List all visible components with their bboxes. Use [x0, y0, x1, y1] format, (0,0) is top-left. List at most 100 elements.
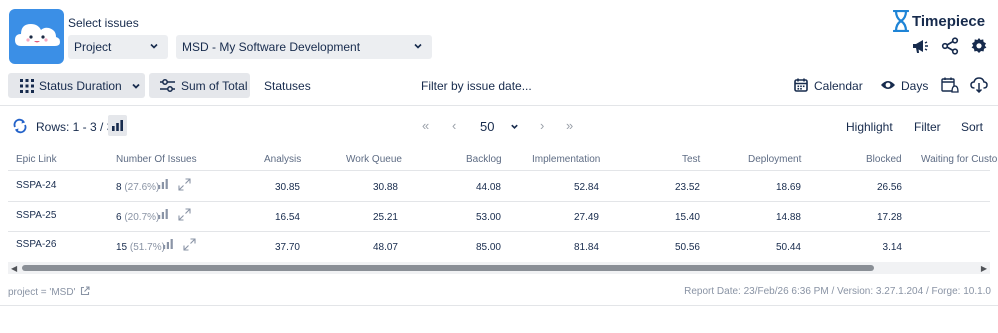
epic-link-cell[interactable]: SSPA-26 — [16, 239, 56, 250]
issue-count-cell: 8 (27.6%) — [116, 182, 159, 193]
issue-count-cell: 6 (20.7%) — [116, 212, 159, 223]
page-size-select[interactable]: 50 — [480, 119, 519, 134]
grid-icon — [20, 78, 34, 93]
column-header-work-queue[interactable]: Work Queue — [346, 154, 402, 165]
sum-of-total-button[interactable]: Sum of Total — [149, 73, 250, 98]
calendar-icon[interactable] — [794, 78, 808, 92]
column-header-deployment[interactable]: Deployment — [748, 154, 801, 165]
implementation-cell: 27.49 — [573, 212, 599, 223]
project-dropdown[interactable]: MSD - My Software Development — [176, 35, 432, 59]
bar-chart-icon[interactable] — [158, 209, 168, 219]
work-queue-cell: 25.21 — [372, 212, 398, 223]
scroll-left-icon[interactable]: ◀ — [11, 264, 17, 273]
column-header-implementation[interactable]: Implementation — [532, 154, 600, 165]
column-header-number-of-issues[interactable]: Number Of Issues — [116, 154, 197, 165]
test-cell: 15.40 — [674, 212, 700, 223]
select-issues-label: Select issues — [68, 16, 139, 30]
column-header-test[interactable]: Test — [682, 154, 700, 165]
issue-count: 8 — [116, 182, 122, 193]
sort-button[interactable]: Sort — [961, 120, 983, 134]
calendar-bell-icon[interactable] — [941, 77, 959, 93]
days-button[interactable]: Days — [901, 79, 928, 93]
megaphone-icon[interactable] — [911, 37, 929, 55]
sum-of-total-label: Sum of Total — [181, 78, 248, 93]
page-size-value: 50 — [480, 119, 495, 134]
expand-icon[interactable] — [178, 178, 191, 191]
jql-query-text: project = 'MSD' — [8, 287, 76, 298]
epic-link-cell[interactable]: SSPA-25 — [16, 210, 56, 221]
header-divider — [8, 170, 990, 171]
backlog-cell: 53.00 — [475, 212, 501, 223]
scroll-right-icon[interactable]: ▶ — [981, 264, 987, 273]
backlog-cell: 85.00 — [475, 242, 501, 253]
chevron-down-icon — [414, 43, 422, 49]
deployment-cell: 18.69 — [775, 182, 801, 193]
brand: Timepiece — [893, 10, 985, 32]
cloud-icon — [15, 24, 60, 46]
expand-icon[interactable] — [178, 208, 191, 221]
issue-count-cell: 15 (51.7%) — [116, 242, 165, 253]
scope-type-value: Project — [74, 40, 112, 54]
filter-by-issue-date-button[interactable]: Filter by issue date... — [421, 79, 532, 93]
horizontal-scrollbar[interactable]: ◀ ▶ — [8, 262, 990, 274]
column-header-analysis[interactable]: Analysis — [264, 154, 301, 165]
next-page-icon[interactable]: › — [540, 118, 544, 133]
issue-percent: (51.7%) — [129, 242, 165, 253]
bar-chart-icon — [112, 120, 123, 131]
brand-name: Timepiece — [912, 12, 986, 30]
issue-count: 6 — [116, 212, 122, 223]
filter-button[interactable]: Filter — [914, 120, 941, 134]
sliders-icon — [160, 79, 175, 92]
bar-chart-icon[interactable] — [158, 179, 168, 189]
chevron-down-icon — [150, 43, 158, 49]
row-divider — [8, 201, 990, 202]
expand-icon[interactable] — [183, 238, 196, 251]
calendar-button[interactable]: Calendar — [814, 79, 863, 93]
column-header-epic-link[interactable]: Epic Link — [16, 154, 57, 165]
gear-icon[interactable] — [970, 37, 988, 55]
jql-query-link[interactable]: project = 'MSD' — [8, 286, 90, 298]
statuses-button[interactable]: Statuses — [264, 79, 311, 93]
app-logo — [9, 9, 64, 64]
column-header-waiting-for-customer[interactable]: Waiting for Custo — [921, 154, 997, 165]
chevron-down-icon — [132, 83, 140, 89]
deployment-cell: 50.44 — [775, 242, 801, 253]
epic-link-cell[interactable]: SSPA-24 — [16, 180, 56, 191]
external-link-icon — [81, 286, 90, 296]
issue-count: 15 — [116, 242, 128, 253]
chart-toggle-button[interactable] — [108, 115, 127, 136]
work-queue-cell: 30.88 — [372, 182, 398, 193]
highlight-button[interactable]: Highlight — [846, 120, 893, 134]
analysis-cell: 30.85 — [274, 182, 300, 193]
test-cell: 50.56 — [674, 242, 700, 253]
implementation-cell: 52.84 — [573, 182, 599, 193]
analysis-cell: 37.70 — [274, 242, 300, 253]
refresh-icon[interactable] — [12, 118, 28, 134]
prev-page-icon[interactable]: ‹ — [452, 118, 456, 133]
scope-type-dropdown[interactable]: Project — [68, 35, 168, 59]
share-icon[interactable] — [941, 37, 959, 55]
first-page-icon[interactable]: « — [422, 118, 429, 133]
status-duration-button[interactable]: Status Duration — [8, 73, 145, 98]
toolbar-divider — [0, 105, 998, 106]
issue-percent: (27.6%) — [124, 182, 160, 193]
deployment-cell: 14.88 — [775, 212, 801, 223]
blocked-cell: 17.28 — [876, 212, 902, 223]
blocked-cell: 3.14 — [882, 242, 902, 253]
chevron-down-icon — [511, 124, 518, 129]
issue-percent: (20.7%) — [124, 212, 160, 223]
implementation-cell: 81.84 — [573, 242, 599, 253]
hourglass-icon — [893, 10, 909, 32]
column-header-backlog[interactable]: Backlog — [466, 154, 502, 165]
eye-icon[interactable] — [880, 79, 896, 91]
cloud-download-icon[interactable] — [970, 77, 988, 93]
rows-count: Rows: 1 - 3 / 3 — [36, 120, 114, 134]
blocked-cell: 26.56 — [876, 182, 902, 193]
scrollbar-thumb[interactable] — [22, 265, 874, 271]
last-page-icon[interactable]: » — [566, 118, 573, 133]
column-header-blocked[interactable]: Blocked — [866, 154, 902, 165]
row-divider — [8, 231, 990, 232]
analysis-cell: 16.54 — [274, 212, 300, 223]
report-info: Report Date: 23/Feb/26 6:36 PM / Version… — [684, 286, 991, 297]
bar-chart-icon[interactable] — [163, 239, 173, 249]
